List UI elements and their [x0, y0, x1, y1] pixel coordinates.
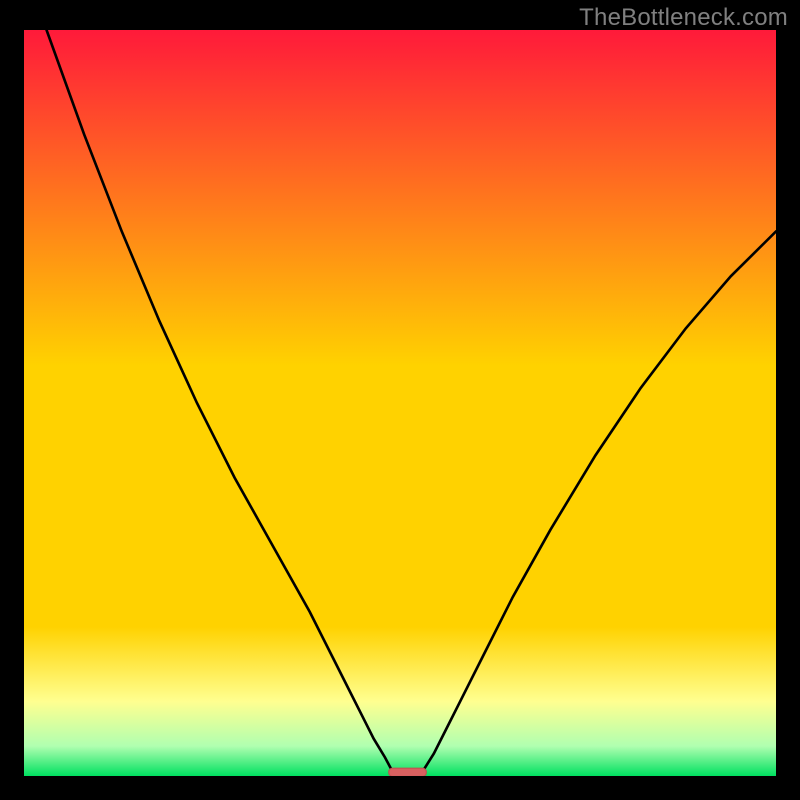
gradient-background: [24, 30, 776, 776]
chart-frame: TheBottleneck.com: [0, 0, 800, 800]
bottleneck-marker: [389, 768, 427, 776]
watermark-text: TheBottleneck.com: [579, 4, 788, 32]
bottleneck-plot: [24, 30, 776, 776]
